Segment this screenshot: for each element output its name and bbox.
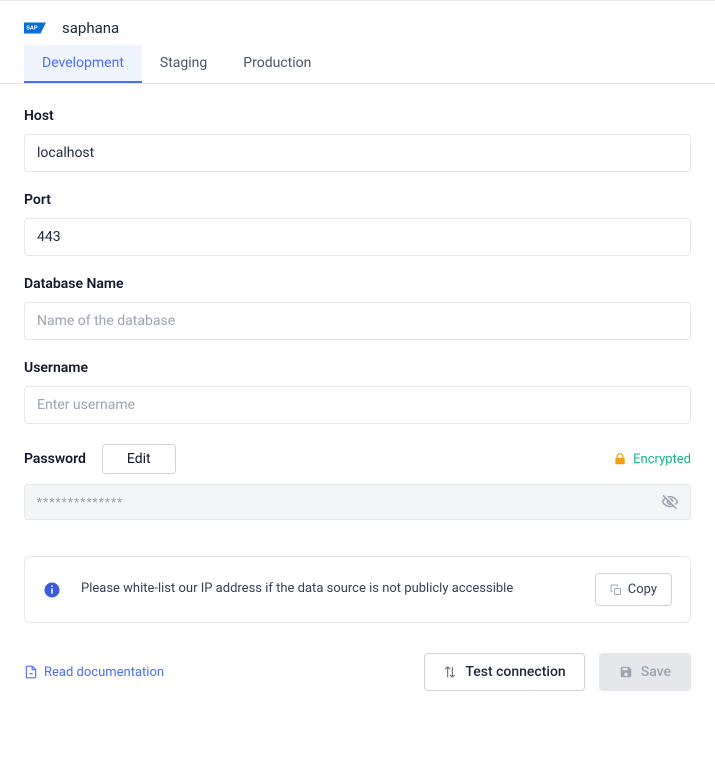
tab-development[interactable]: Development — [24, 45, 142, 83]
encrypted-badge: Encrypted — [613, 452, 691, 467]
save-icon — [619, 665, 633, 679]
test-connection-button[interactable]: Test connection — [424, 653, 584, 691]
info-icon — [43, 581, 61, 599]
doc-link-label: Read documentation — [44, 665, 164, 680]
lock-icon — [613, 452, 627, 466]
host-input[interactable] — [24, 134, 691, 172]
tabs: Development Staging Production — [0, 45, 715, 84]
tab-staging[interactable]: Staging — [142, 45, 225, 83]
info-text: Please white-list our IP address if the … — [81, 579, 575, 600]
dbname-input[interactable] — [24, 302, 691, 340]
test-label: Test connection — [465, 664, 565, 680]
copy-label: Copy — [628, 582, 657, 597]
copy-button[interactable]: Copy — [595, 573, 672, 606]
encrypted-label: Encrypted — [633, 452, 691, 467]
read-documentation-link[interactable]: Read documentation — [24, 665, 164, 680]
save-button[interactable]: Save — [599, 653, 691, 691]
host-label: Host — [24, 108, 691, 124]
username-input[interactable] — [24, 386, 691, 424]
copy-icon — [610, 584, 622, 596]
arrows-updown-icon — [443, 665, 457, 679]
password-label: Password — [24, 451, 86, 467]
port-label: Port — [24, 192, 691, 208]
svg-text:SAP: SAP — [26, 26, 38, 32]
username-label: Username — [24, 360, 691, 376]
document-icon — [24, 665, 38, 679]
dbname-label: Database Name — [24, 276, 691, 292]
edit-password-button[interactable]: Edit — [102, 444, 176, 474]
sap-logo-icon: SAP — [24, 22, 46, 34]
password-input[interactable] — [24, 484, 691, 520]
save-label: Save — [641, 664, 671, 680]
eye-off-icon[interactable] — [661, 493, 679, 511]
port-input[interactable] — [24, 218, 691, 256]
page-title: saphana — [62, 19, 119, 37]
tab-production[interactable]: Production — [225, 45, 329, 83]
whitelist-info-box: Please white-list our IP address if the … — [24, 556, 691, 623]
